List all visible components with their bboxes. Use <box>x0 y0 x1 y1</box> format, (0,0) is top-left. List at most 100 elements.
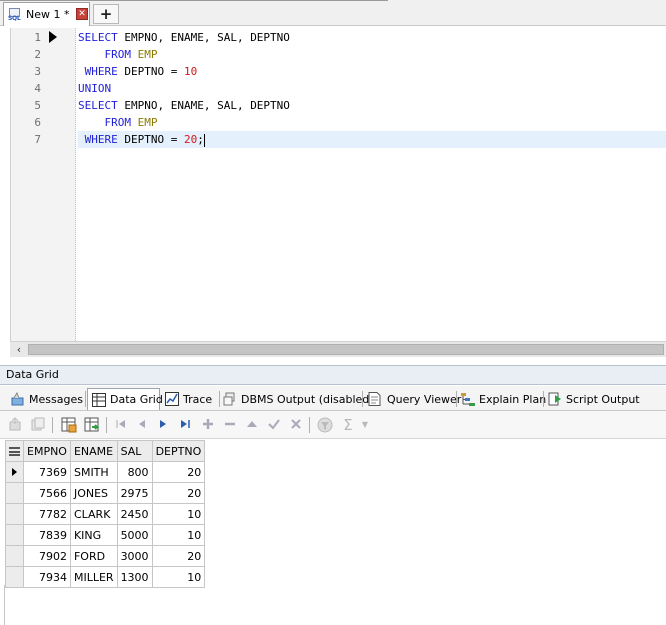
grid-cell-empno[interactable]: 7566 <box>23 482 71 504</box>
code-line[interactable]: FROM EMP <box>78 114 666 131</box>
dropdown-icon[interactable]: ▼ <box>356 416 374 434</box>
code-token: EMP <box>137 48 158 61</box>
cancel-edit-icon[interactable] <box>287 416 305 434</box>
grid-cell-sal[interactable]: 1300 <box>116 566 153 588</box>
sql-editor-window: SQL New 1 * ✕ + 1 2 3 4 5 6 7 SELECT EMPNO, EN… <box>0 0 666 625</box>
line-number: 7 <box>34 133 41 146</box>
export-grid-icon[interactable] <box>83 416 101 434</box>
scrollbar-thumb[interactable] <box>28 344 664 355</box>
row-selector[interactable] <box>5 566 24 588</box>
grid-cell-sal[interactable]: 2975 <box>116 482 153 504</box>
line-number: 5 <box>34 99 41 112</box>
editor-horizontal-scrollbar[interactable]: ‹ <box>10 341 666 357</box>
table-row[interactable]: 7902 FORD 3000 20 <box>5 545 206 567</box>
close-icon[interactable]: ✕ <box>76 8 88 20</box>
query-viewer-icon <box>366 391 382 407</box>
export-icon[interactable] <box>6 416 24 434</box>
grid-cell-empno[interactable]: 7782 <box>23 503 71 525</box>
code-editor[interactable]: 1 2 3 4 5 6 7 SELECT EMPNO, ENAME, SAL, DEPTNO… <box>10 28 666 341</box>
grid-cell-deptno[interactable]: 20 <box>151 545 206 567</box>
code-line[interactable]: FROM EMP <box>78 46 666 63</box>
line-number: 2 <box>34 48 41 61</box>
table-row[interactable]: 7934 MILLER 1300 10 <box>5 566 206 588</box>
grid-cell-sal[interactable]: 3000 <box>116 545 153 567</box>
line-number: 1 <box>34 31 41 44</box>
table-row[interactable]: 7566 JONES 2975 20 <box>5 482 206 504</box>
scroll-left-icon[interactable]: ‹ <box>12 343 26 356</box>
code-line[interactable]: SELECT EMPNO, ENAME, SAL, DEPTNO <box>78 29 666 46</box>
grid-cell-empno[interactable]: 7839 <box>23 524 71 546</box>
line-number: 6 <box>34 116 41 129</box>
column-header-sal[interactable]: SAL <box>116 440 153 462</box>
grid-cell-ename[interactable]: MILLER <box>69 566 118 588</box>
grid-cell-deptno[interactable]: 20 <box>151 461 206 483</box>
grid-cell-ename[interactable]: CLARK <box>69 503 118 525</box>
row-selector[interactable] <box>5 461 24 483</box>
code-token: WHERE <box>78 133 125 146</box>
current-line-marker-icon <box>49 31 57 43</box>
tab-query-viewer[interactable]: Query Viewer <box>366 388 461 410</box>
row-selector[interactable] <box>5 545 24 567</box>
grid-toolbar: Σ ▼ <box>0 411 666 439</box>
table-row[interactable]: 7369 SMITH 800 20 <box>5 461 206 483</box>
grid-cell-empno[interactable]: 7902 <box>23 545 71 567</box>
grid-cell-deptno[interactable]: 10 <box>151 503 206 525</box>
data-grid[interactable]: EMPNO ENAME SAL DEPTNO 7369 SMITH 800 20 756… <box>5 440 206 588</box>
document-tab[interactable]: SQL New 1 * ✕ <box>3 2 90 26</box>
text-cursor <box>203 133 205 147</box>
new-tab-button[interactable]: + <box>93 4 119 24</box>
row-selector[interactable] <box>5 524 24 546</box>
last-record-icon[interactable] <box>176 416 194 434</box>
grid-cell-empno[interactable]: 7369 <box>23 461 71 483</box>
line-number-gutter: 1 2 3 4 5 6 7 <box>11 28 76 341</box>
code-line[interactable]: WHERE DEPTNO = 10 <box>78 63 666 80</box>
tab-explain-plan[interactable]: Explain Plan <box>460 388 546 410</box>
grid-cell-sal[interactable]: 5000 <box>116 524 153 546</box>
column-header-empno[interactable]: EMPNO <box>23 440 71 462</box>
prior-record-icon[interactable] <box>133 416 151 434</box>
grid-header-row: EMPNO ENAME SAL DEPTNO <box>5 440 206 462</box>
sql-file-icon: SQL <box>8 7 22 22</box>
post-edit-icon[interactable] <box>265 416 283 434</box>
grid-cell-ename[interactable]: SMITH <box>69 461 118 483</box>
sum-icon[interactable]: Σ <box>339 416 357 434</box>
grid-cell-ename[interactable]: JONES <box>69 482 118 504</box>
document-tab-strip: SQL New 1 * ✕ + <box>0 0 666 26</box>
tab-trace[interactable]: Trace <box>164 388 212 410</box>
insert-record-icon[interactable] <box>199 416 217 434</box>
copy-icon[interactable] <box>29 416 47 434</box>
tab-label: Script Output <box>566 392 640 406</box>
code-token: UNION <box>78 82 112 95</box>
code-line[interactable]: UNION <box>78 80 666 97</box>
delete-record-icon[interactable] <box>221 416 239 434</box>
code-token: ; <box>197 133 204 146</box>
code-line[interactable]: SELECT EMPNO, ENAME, SAL, DEPTNO <box>78 97 666 114</box>
column-header-ename[interactable]: ENAME <box>69 440 118 462</box>
tab-messages[interactable]: Messages <box>10 388 83 410</box>
code-token: 20 <box>183 133 198 146</box>
tab-dbms-output[interactable]: DBMS Output (disabled) <box>222 388 374 410</box>
grid-cell-deptno[interactable]: 10 <box>151 566 206 588</box>
code-token: EMPNO, ENAME, SAL, DEPTNO <box>124 99 290 112</box>
grid-cell-sal[interactable]: 800 <box>116 461 153 483</box>
table-row[interactable]: 7839 KING 5000 10 <box>5 524 206 546</box>
column-header-deptno[interactable]: DEPTNO <box>151 440 206 462</box>
row-selector[interactable] <box>5 503 24 525</box>
code-line[interactable]: WHERE DEPTNO = 20; <box>78 131 666 148</box>
grid-cell-ename[interactable]: FORD <box>69 545 118 567</box>
grid-cell-sal[interactable]: 2450 <box>116 503 153 525</box>
first-record-icon[interactable] <box>112 416 130 434</box>
grid-cell-ename[interactable]: KING <box>69 524 118 546</box>
grid-cell-deptno[interactable]: 10 <box>151 524 206 546</box>
table-row[interactable]: 7782 CLARK 2450 10 <box>5 503 206 525</box>
next-record-icon[interactable] <box>154 416 172 434</box>
grid-cell-deptno[interactable]: 20 <box>151 482 206 504</box>
filter-icon[interactable] <box>316 416 334 434</box>
tab-data-grid[interactable]: Data Grid <box>87 388 163 410</box>
grid-cell-empno[interactable]: 7934 <box>23 566 71 588</box>
tab-script-output[interactable]: Script Output <box>547 388 640 410</box>
row-selector[interactable] <box>5 482 24 504</box>
grid-menu-icon[interactable] <box>5 440 24 462</box>
edit-record-icon[interactable] <box>243 416 261 434</box>
refresh-grid-icon[interactable] <box>60 416 78 434</box>
